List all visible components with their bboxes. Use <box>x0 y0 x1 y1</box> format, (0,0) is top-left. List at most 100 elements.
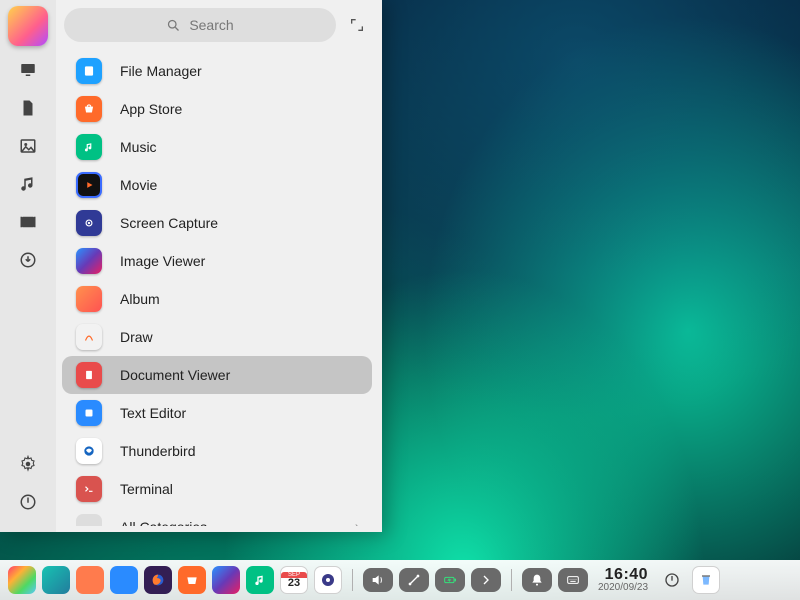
app-label: Movie <box>120 177 157 193</box>
dock-system-settings[interactable] <box>314 566 342 594</box>
dock-app-store[interactable] <box>178 566 206 594</box>
power-button[interactable] <box>14 488 42 516</box>
app-label: File Manager <box>120 63 202 79</box>
calendar-day: 23 <box>288 578 300 589</box>
search-input[interactable]: Search <box>64 8 336 42</box>
music-app-icon <box>76 134 102 160</box>
app-terminal[interactable]: Terminal <box>62 470 372 508</box>
search-placeholder: Search <box>189 17 233 33</box>
draw-icon <box>76 324 102 350</box>
app-document-viewer[interactable]: Document Viewer <box>62 356 372 394</box>
category-video[interactable] <box>14 208 42 236</box>
image-viewer-icon <box>76 248 102 274</box>
album-icon <box>76 286 102 312</box>
app-screen-capture[interactable]: Screen Capture <box>62 204 372 242</box>
dock-music[interactable] <box>246 566 274 594</box>
gear-icon <box>19 455 37 473</box>
tray-keyboard[interactable] <box>558 568 588 592</box>
dock-apps-grid[interactable] <box>110 566 138 594</box>
app-music[interactable]: Music <box>62 128 372 166</box>
monitor-icon <box>19 61 37 79</box>
bell-icon <box>529 572 545 588</box>
thunderbird-icon <box>76 438 102 464</box>
app-label: Text Editor <box>120 405 186 421</box>
chevron-right-icon <box>352 519 362 526</box>
dock-window-manager[interactable] <box>76 566 104 594</box>
picture-icon <box>19 137 37 155</box>
dock-launcher[interactable] <box>8 566 36 594</box>
app-all-categories[interactable]: All Categories <box>62 508 372 526</box>
gear-icon <box>320 572 336 588</box>
category-music[interactable] <box>14 170 42 198</box>
app-movie[interactable]: Movie <box>62 166 372 204</box>
music-note-icon <box>19 175 37 193</box>
tray-clock[interactable]: 16:40 2020/09/23 <box>598 567 648 593</box>
tray-power[interactable] <box>658 566 686 594</box>
power-icon <box>19 493 37 511</box>
file-manager-icon <box>76 58 102 84</box>
download-icon <box>19 251 37 269</box>
power-icon <box>664 572 680 588</box>
app-label: Album <box>120 291 160 307</box>
app-image-viewer[interactable]: Image Viewer <box>62 242 372 280</box>
document-icon <box>19 99 37 117</box>
dock-calendar[interactable]: SEP 23 <box>280 566 308 594</box>
dock-separator <box>511 569 512 591</box>
app-album[interactable]: Album <box>62 280 372 318</box>
firefox-icon <box>150 572 166 588</box>
app-label: App Store <box>120 101 182 117</box>
app-file-manager[interactable]: File Manager <box>62 52 372 90</box>
app-draw[interactable]: Draw <box>62 318 372 356</box>
expand-icon <box>349 17 365 33</box>
volume-icon <box>370 572 386 588</box>
dock-separator <box>352 569 353 591</box>
terminal-icon <box>76 476 102 502</box>
app-list: File Manager App Store Music Movie Scree… <box>60 52 374 526</box>
app-label: Document Viewer <box>120 367 230 383</box>
tray-notifications[interactable] <box>522 568 552 592</box>
trash-icon <box>698 572 714 588</box>
settings-button[interactable] <box>14 450 42 478</box>
user-avatar-tile[interactable] <box>8 6 48 46</box>
bag-icon <box>184 572 200 588</box>
document-viewer-icon <box>76 362 102 388</box>
app-label: All Categories <box>120 519 207 526</box>
launcher-window: Search File Manager App Store Music Movi… <box>0 0 382 532</box>
app-thunderbird[interactable]: Thunderbird <box>62 432 372 470</box>
dock-image-viewer[interactable] <box>212 566 240 594</box>
dock-multitask[interactable] <box>42 566 70 594</box>
app-label: Terminal <box>120 481 173 497</box>
dock: SEP 23 16:40 2020/09/23 <box>0 560 800 600</box>
wired-network-icon <box>406 572 422 588</box>
chevron-right-icon <box>478 572 494 588</box>
tray-trash[interactable] <box>692 566 720 594</box>
clock-time: 16:40 <box>605 567 648 583</box>
app-store-icon <box>76 96 102 122</box>
tray-volume[interactable] <box>363 568 393 592</box>
keyboard-icon <box>565 572 581 588</box>
category-computer[interactable] <box>14 56 42 84</box>
tray-network[interactable] <box>399 568 429 592</box>
film-icon <box>19 213 37 231</box>
screen-capture-icon <box>76 210 102 236</box>
dock-firefox[interactable] <box>144 566 172 594</box>
launcher-main: Search File Manager App Store Music Movi… <box>56 0 382 532</box>
category-downloads[interactable] <box>14 246 42 274</box>
clock-date: 2020/09/23 <box>598 583 648 593</box>
app-label: Image Viewer <box>120 253 205 269</box>
tray-overflow[interactable] <box>471 568 501 592</box>
category-documents[interactable] <box>14 94 42 122</box>
tray-battery[interactable] <box>435 568 465 592</box>
movie-icon <box>76 172 102 198</box>
app-text-editor[interactable]: Text Editor <box>62 394 372 432</box>
launcher-sidebar <box>0 0 56 532</box>
text-editor-icon <box>76 400 102 426</box>
app-label: Thunderbird <box>120 443 196 459</box>
music-note-icon <box>252 572 268 588</box>
app-label: Screen Capture <box>120 215 218 231</box>
category-pictures[interactable] <box>14 132 42 160</box>
app-label: Draw <box>120 329 153 345</box>
all-categories-icon <box>76 514 102 526</box>
fullscreen-button[interactable] <box>344 12 370 38</box>
app-app-store[interactable]: App Store <box>62 90 372 128</box>
